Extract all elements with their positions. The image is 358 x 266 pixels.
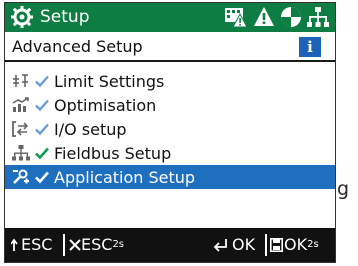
- back-arrow-icon: [11, 238, 18, 251]
- ok-hold-label: OK: [284, 235, 308, 254]
- optimisation-icon: [11, 96, 31, 114]
- esc-hold-button[interactable]: ESC 2s: [69, 235, 124, 254]
- device-screen: Setup Advanced Setup i Limit Settings Op…: [4, 2, 336, 263]
- check-icon: [35, 99, 49, 112]
- menu-item-label: Application Setup: [54, 167, 196, 187]
- menu-item-io-setup[interactable]: I/O setup: [5, 117, 335, 141]
- ok-hold-duration: 2s: [307, 239, 319, 250]
- menu-item-limit-settings[interactable]: Limit Settings: [5, 69, 335, 93]
- maintenance-icon: [281, 7, 301, 27]
- header-title: Setup: [40, 7, 90, 27]
- page-title: Advanced Setup: [12, 37, 143, 56]
- menu-item-label: Limit Settings: [54, 71, 165, 91]
- status-icons: [224, 6, 329, 28]
- esc-hold-label: ESC: [81, 235, 113, 254]
- fieldbus-icon: [307, 7, 329, 27]
- menu-item-application-setup[interactable]: Application Setup: [5, 165, 335, 189]
- save-icon: [270, 237, 283, 252]
- info-button[interactable]: i: [299, 37, 321, 57]
- application-setup-icon: [11, 168, 31, 186]
- menu-item-label: Fieldbus Setup: [54, 143, 172, 163]
- warning-triangle-icon: [254, 7, 274, 26]
- menu-item-label: I/O setup: [54, 119, 127, 139]
- subheader: Advanced Setup i: [5, 32, 335, 62]
- close-icon: [69, 238, 81, 251]
- header-bar: Setup: [5, 3, 335, 32]
- check-icon: [35, 171, 49, 184]
- esc-label: ESC: [21, 235, 53, 254]
- ok-hold-button[interactable]: OK 2s: [270, 235, 319, 254]
- footer-bar: ESC ESC 2s OK OK 2s: [5, 228, 335, 262]
- menu-item-fieldbus-setup[interactable]: Fieldbus Setup: [5, 141, 335, 165]
- overflow-text: g: [337, 178, 350, 200]
- gear-icon: [11, 6, 33, 28]
- menu-list: Limit Settings Optimisation I/O setup Fi…: [5, 69, 335, 189]
- enter-arrow-icon: [213, 238, 227, 252]
- esc-button[interactable]: ESC: [11, 235, 52, 254]
- footer-divider: [265, 234, 267, 256]
- footer-divider: [63, 234, 65, 256]
- menu-item-label: Optimisation: [54, 95, 157, 115]
- fieldbus-setup-icon: [11, 144, 31, 162]
- limit-settings-icon: [11, 72, 31, 90]
- keyboard-warning-icon: [225, 8, 248, 28]
- io-setup-icon: [11, 120, 31, 138]
- menu-item-optimisation[interactable]: Optimisation: [5, 93, 335, 117]
- check-icon: [35, 123, 49, 136]
- ok-button[interactable]: OK: [213, 235, 255, 254]
- check-icon: [35, 147, 49, 160]
- ok-label: OK: [232, 235, 256, 254]
- check-icon: [35, 75, 49, 88]
- esc-hold-duration: 2s: [112, 239, 125, 250]
